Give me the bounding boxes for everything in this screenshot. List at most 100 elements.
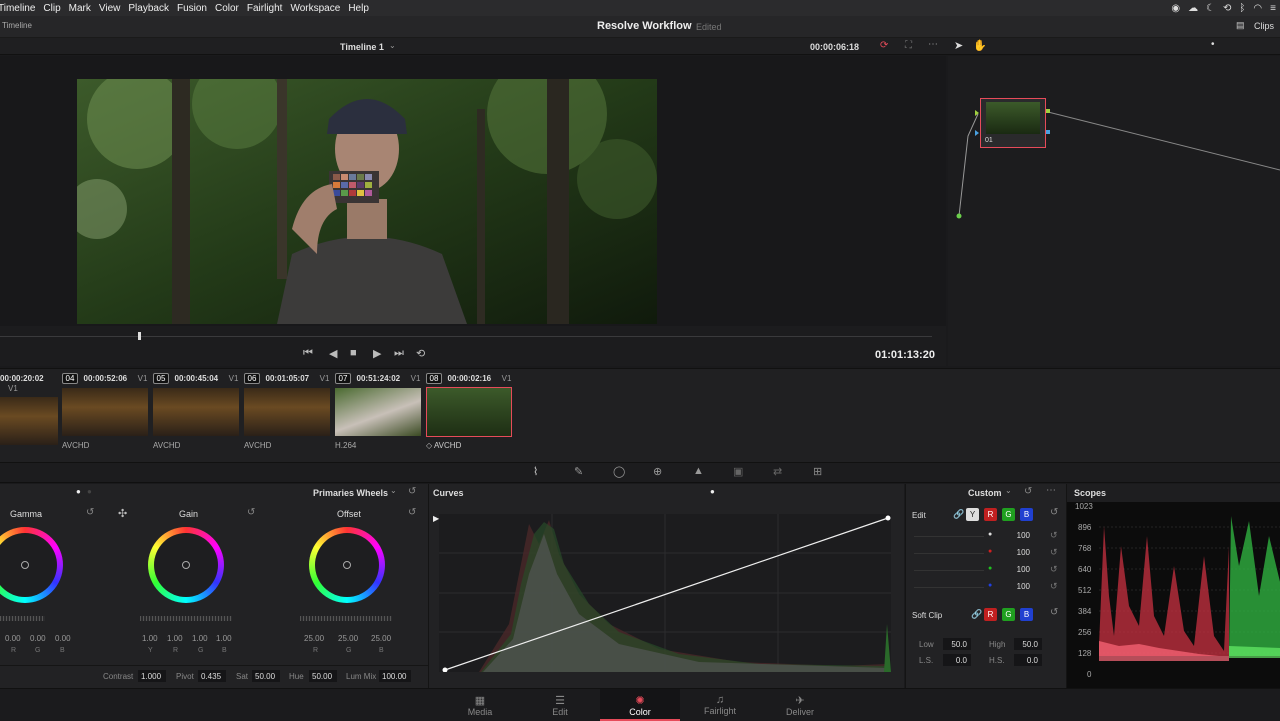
- gamma-b-value[interactable]: 0.00: [55, 634, 71, 643]
- gain-master-dial[interactable]: [140, 616, 232, 621]
- waveform-scope[interactable]: 1023 896 768 640 512 384 256 128 0: [1067, 502, 1280, 688]
- clip-item[interactable]: 00:00:20:02 V1: [0, 373, 60, 445]
- more-options-icon[interactable]: ⋯: [1046, 485, 1056, 496]
- skip-back-icon[interactable]: ⏮: [303, 347, 313, 360]
- more-options-icon[interactable]: ⋯: [928, 39, 938, 50]
- skip-forward-icon[interactable]: ⏭: [394, 347, 404, 360]
- clip-item[interactable]: 06 00:01:05:07 V1 AVCHD: [244, 373, 334, 450]
- contrast-value[interactable]: 1.000: [138, 670, 166, 682]
- reset-icon[interactable]: ↺: [1050, 564, 1058, 575]
- curve-graph[interactable]: [439, 514, 891, 673]
- wifi-icon[interactable]: ◠: [1253, 3, 1262, 14]
- reset-gain-icon[interactable]: ↺: [247, 507, 255, 518]
- menu-mark[interactable]: Mark: [69, 3, 99, 14]
- page-fairlight-button[interactable]: ♫ Fairlight: [680, 689, 760, 721]
- link-icon[interactable]: 🔗: [971, 609, 982, 620]
- softclip-g-button[interactable]: G: [1002, 608, 1015, 621]
- offset-r-value[interactable]: 25.00: [304, 634, 324, 643]
- lummix-value[interactable]: 100.00: [379, 670, 411, 682]
- menu-help[interactable]: Help: [348, 3, 377, 14]
- y-slider[interactable]: [914, 536, 984, 537]
- node-dot-icon[interactable]: •: [1211, 39, 1215, 50]
- g-slider[interactable]: [914, 570, 984, 571]
- page-media-button[interactable]: ▦ Media: [440, 689, 520, 721]
- channel-y-button[interactable]: Y: [966, 508, 979, 521]
- offset-master-dial[interactable]: [300, 616, 392, 621]
- gain-g-value[interactable]: 1.00: [192, 634, 208, 643]
- scrubber-playhead[interactable]: [138, 332, 141, 340]
- menu-timeline[interactable]: Timeline: [0, 3, 43, 14]
- channel-r-button[interactable]: R: [984, 508, 997, 521]
- channel-b-button[interactable]: B: [1020, 508, 1033, 521]
- gain-wheel-handle[interactable]: [182, 561, 190, 569]
- reset-icon[interactable]: ↺: [1050, 581, 1058, 592]
- menu-clip[interactable]: Clip: [43, 3, 68, 14]
- menu-playback[interactable]: Playback: [128, 3, 177, 14]
- menu-view[interactable]: View: [99, 3, 129, 14]
- page-dot-icon[interactable]: ●: [710, 487, 715, 496]
- link-icon[interactable]: 🔗: [953, 509, 964, 520]
- gain-r-value[interactable]: 1.00: [167, 634, 183, 643]
- r-intensity-value[interactable]: 100: [1006, 548, 1030, 557]
- node-editor[interactable]: 01: [948, 56, 1280, 366]
- reset-offset-icon[interactable]: ↺: [408, 507, 416, 518]
- sat-value[interactable]: 50.00: [252, 670, 280, 682]
- clip-item[interactable]: 04 00:00:52:06 V1 AVCHD: [62, 373, 152, 450]
- clip-item[interactable]: 05 00:00:45:04 V1 AVCHD: [153, 373, 243, 450]
- video-frame[interactable]: [77, 79, 657, 324]
- menu-fusion[interactable]: Fusion: [177, 3, 215, 14]
- reset-all-icon[interactable]: ↺: [408, 486, 416, 497]
- sizing-icon[interactable]: ⇄: [773, 465, 782, 478]
- low-value[interactable]: 50.0: [943, 638, 971, 650]
- window-icon[interactable]: ◯: [613, 465, 625, 478]
- b-slider[interactable]: [914, 587, 984, 588]
- wheels-mode-selector[interactable]: Primaries Wheels: [313, 488, 388, 498]
- page-deliver-button[interactable]: ✈ Deliver: [760, 689, 840, 721]
- reset-gamma-icon[interactable]: ↺: [86, 507, 94, 518]
- menu-color[interactable]: Color: [215, 3, 247, 14]
- bluetooth-icon[interactable]: ᛒ: [1239, 3, 1245, 14]
- clip-item-selected[interactable]: 08 00:00:02:16 V1 ◇ AVCHD: [426, 373, 516, 450]
- gain-b-value[interactable]: 1.00: [216, 634, 232, 643]
- b-intensity-value[interactable]: 100: [1006, 582, 1030, 591]
- high-value[interactable]: 50.0: [1014, 638, 1042, 650]
- gamma-r-value[interactable]: 0.00: [5, 634, 21, 643]
- reset-icon[interactable]: ↺: [1050, 547, 1058, 558]
- reset-icon[interactable]: ↺: [1024, 486, 1032, 497]
- bypass-icon[interactable]: ⟳: [880, 40, 888, 51]
- r-slider[interactable]: [914, 553, 984, 554]
- pivot-value[interactable]: 0.435: [198, 670, 226, 682]
- reset-icon[interactable]: ↺: [1050, 530, 1058, 541]
- clips-icon[interactable]: ▤: [1236, 20, 1245, 31]
- clip-item[interactable]: 07 00:51:24:02 V1 H.264: [335, 373, 425, 450]
- tracker-icon[interactable]: ⊕: [653, 465, 662, 478]
- time-machine-icon[interactable]: ⟲: [1223, 3, 1231, 14]
- qualifier-icon[interactable]: ✎: [574, 465, 583, 478]
- g-intensity-value[interactable]: 100: [1006, 565, 1030, 574]
- reset-icon[interactable]: ↺: [1050, 607, 1058, 618]
- fullscreen-icon[interactable]: ⛶: [905, 40, 912, 51]
- hand-icon[interactable]: ✋: [973, 39, 987, 52]
- page-edit-button[interactable]: ☰ Edit: [520, 689, 600, 721]
- gamma-wheel-handle[interactable]: [21, 561, 29, 569]
- gamma-master-dial[interactable]: [0, 616, 45, 621]
- hue-value[interactable]: 50.00: [309, 670, 337, 682]
- gamma-wheel[interactable]: [0, 527, 63, 603]
- menu-workspace[interactable]: Workspace: [290, 3, 348, 14]
- ls-value[interactable]: 0.0: [943, 654, 971, 666]
- gain-y-value[interactable]: 1.00: [142, 634, 158, 643]
- channel-g-button[interactable]: G: [1002, 508, 1015, 521]
- chevron-down-icon[interactable]: ⌄: [390, 486, 397, 495]
- loop-icon[interactable]: ⟲: [416, 347, 425, 360]
- gamma-g-value[interactable]: 0.00: [30, 634, 46, 643]
- key-icon[interactable]: ▣: [733, 465, 743, 478]
- curves-tool-icon[interactable]: ⌇: [533, 465, 538, 478]
- page-dot-icon[interactable]: ●: [87, 487, 92, 496]
- softclip-r-button[interactable]: R: [984, 608, 997, 621]
- custom-mode-selector[interactable]: Custom: [968, 488, 1002, 498]
- timeline-panel-label[interactable]: Timeline: [2, 21, 32, 30]
- menu-fairlight[interactable]: Fairlight: [247, 3, 291, 14]
- curve-start-point-icon[interactable]: ▶: [433, 514, 439, 523]
- offset-b-value[interactable]: 25.00: [371, 634, 391, 643]
- offset-wheel-handle[interactable]: [343, 561, 351, 569]
